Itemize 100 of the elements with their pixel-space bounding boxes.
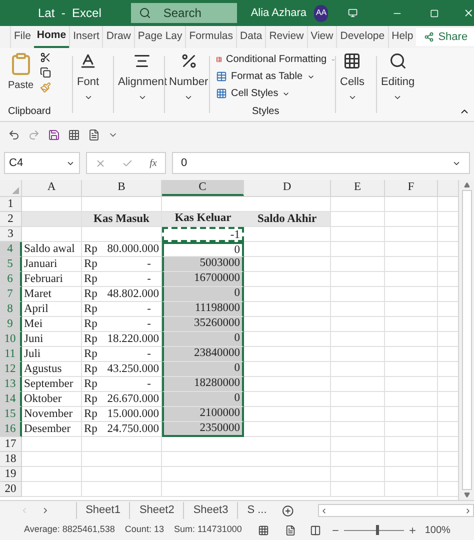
row-header[interactable]: 3 xyxy=(0,227,22,242)
table-cell xyxy=(331,287,385,302)
styles-menu-button[interactable]: Conditional Formatting xyxy=(216,51,335,68)
table-cell xyxy=(331,422,385,437)
row-header[interactable]: 11 xyxy=(0,347,22,362)
row-header[interactable]: 16 xyxy=(0,422,22,437)
paste-button[interactable]: Paste xyxy=(8,48,34,104)
table-cell: Saldo Akhir xyxy=(244,212,331,227)
table-cell: 0 xyxy=(162,392,244,407)
row-header[interactable]: 20 xyxy=(0,482,22,497)
table-cell xyxy=(331,362,385,377)
user-name: Alia Azhara xyxy=(250,6,306,21)
column-header[interactable]: C xyxy=(162,180,244,196)
name-box[interactable]: C4 xyxy=(4,152,80,174)
table-cell: Agustus xyxy=(22,362,82,377)
table-cell xyxy=(385,467,438,482)
font-icon xyxy=(79,52,97,70)
undo-icon[interactable] xyxy=(8,129,20,141)
column-header[interactable]: E xyxy=(331,180,385,196)
currency-symbol: Rp xyxy=(84,257,98,271)
table-cell xyxy=(385,257,438,272)
currency-symbol: Rp xyxy=(84,377,98,391)
column-header[interactable]: A xyxy=(22,180,82,196)
avatar[interactable]: AA xyxy=(314,4,328,22)
table-cell xyxy=(331,407,385,422)
styles-menu-button[interactable]: Format as Table xyxy=(216,68,335,85)
cells-button[interactable]: Cells xyxy=(336,48,368,121)
paintbrush-icon[interactable] xyxy=(40,82,51,93)
table-cell xyxy=(331,452,385,467)
row-header[interactable]: 12 xyxy=(0,362,22,377)
horizontal-scrollbar[interactable] xyxy=(318,504,474,517)
table-cell xyxy=(331,377,385,392)
search-field[interactable]: Search xyxy=(131,3,237,23)
table-cell xyxy=(385,272,438,287)
grid-icon[interactable] xyxy=(68,129,80,141)
maximize-icon[interactable] xyxy=(430,8,439,18)
table-cell: September xyxy=(22,377,82,392)
table-icon xyxy=(216,54,222,65)
save-icon[interactable] xyxy=(48,129,60,141)
zoom-slider[interactable] xyxy=(344,525,404,535)
row-header[interactable]: 15 xyxy=(0,407,22,422)
sheet-tab[interactable]: Sheet2 xyxy=(129,502,184,519)
count-readout: Count: 13 xyxy=(124,523,164,536)
currency-symbol: Rp xyxy=(84,422,98,436)
row-header[interactable]: 7 xyxy=(0,287,22,302)
currency-symbol: Rp xyxy=(84,242,98,256)
row-header[interactable]: 2 xyxy=(0,212,22,227)
row-header[interactable]: 18 xyxy=(0,452,22,467)
add-sheet-icon[interactable] xyxy=(282,504,294,516)
table-cell: Juni xyxy=(22,332,82,347)
page-layout-icon[interactable] xyxy=(284,524,296,536)
table-cell xyxy=(385,392,438,407)
row-header[interactable]: 1 xyxy=(0,197,22,212)
row-header[interactable]: 17 xyxy=(0,437,22,452)
table-cell xyxy=(331,347,385,362)
table-cell: 2350000 xyxy=(162,422,244,437)
row-header[interactable]: 9 xyxy=(0,317,22,332)
copy-icon[interactable] xyxy=(40,67,51,78)
table-cell: Mei xyxy=(22,317,82,332)
page-break-icon[interactable] xyxy=(310,524,321,536)
alignment-button[interactable]: Alignment xyxy=(114,48,171,121)
row-header[interactable]: 19 xyxy=(0,467,22,482)
scroll-up-icon[interactable] xyxy=(464,182,470,188)
column-header[interactable]: F xyxy=(385,180,438,196)
formula-field[interactable]: 0 xyxy=(172,152,470,174)
styles-menu-button[interactable]: Cell Styles xyxy=(216,85,335,102)
currency-symbol: Rp xyxy=(84,287,98,301)
row-header[interactable]: 8 xyxy=(0,302,22,317)
table-cell: Desember xyxy=(22,422,82,437)
normal-view-icon[interactable] xyxy=(258,524,269,536)
row-header[interactable]: 13 xyxy=(0,377,22,392)
scroll-down-icon[interactable] xyxy=(464,492,470,498)
amount: - xyxy=(147,302,151,316)
row-header[interactable]: 6 xyxy=(0,272,22,287)
row-header[interactable]: 10 xyxy=(0,332,22,347)
grid-icon xyxy=(216,88,227,99)
table-cell: 23840000 xyxy=(162,347,244,362)
display-icon[interactable] xyxy=(348,7,358,19)
table-cell xyxy=(385,482,438,497)
cut-icon[interactable] xyxy=(40,52,51,63)
row-header[interactable]: 14 xyxy=(0,392,22,407)
sheet-tab[interactable]: S ... xyxy=(237,502,276,519)
row-header[interactable]: 5 xyxy=(0,257,22,272)
amount: 26.670.000 xyxy=(107,392,159,406)
table-cell xyxy=(385,347,438,362)
insert-function-button[interactable]: fx xyxy=(150,156,157,170)
table-cell: Saldo awal xyxy=(22,242,82,257)
sheet-tab[interactable]: Sheet1 xyxy=(76,502,130,519)
share-button[interactable]: Share xyxy=(416,28,474,46)
sheet-tab[interactable]: Sheet3 xyxy=(183,502,238,519)
editing-button[interactable]: Editing xyxy=(377,48,419,121)
table-cell xyxy=(385,317,438,332)
table-cell: 5003000 xyxy=(162,257,244,272)
font-button[interactable]: Font xyxy=(73,48,104,121)
vertical-scrollbar[interactable] xyxy=(458,180,474,500)
table-cell: Oktober xyxy=(22,392,82,407)
document-icon[interactable] xyxy=(88,129,100,141)
column-header[interactable]: D xyxy=(244,180,331,196)
zoom-in-icon[interactable] xyxy=(408,526,417,534)
row-header[interactable]: 4 xyxy=(0,242,22,257)
